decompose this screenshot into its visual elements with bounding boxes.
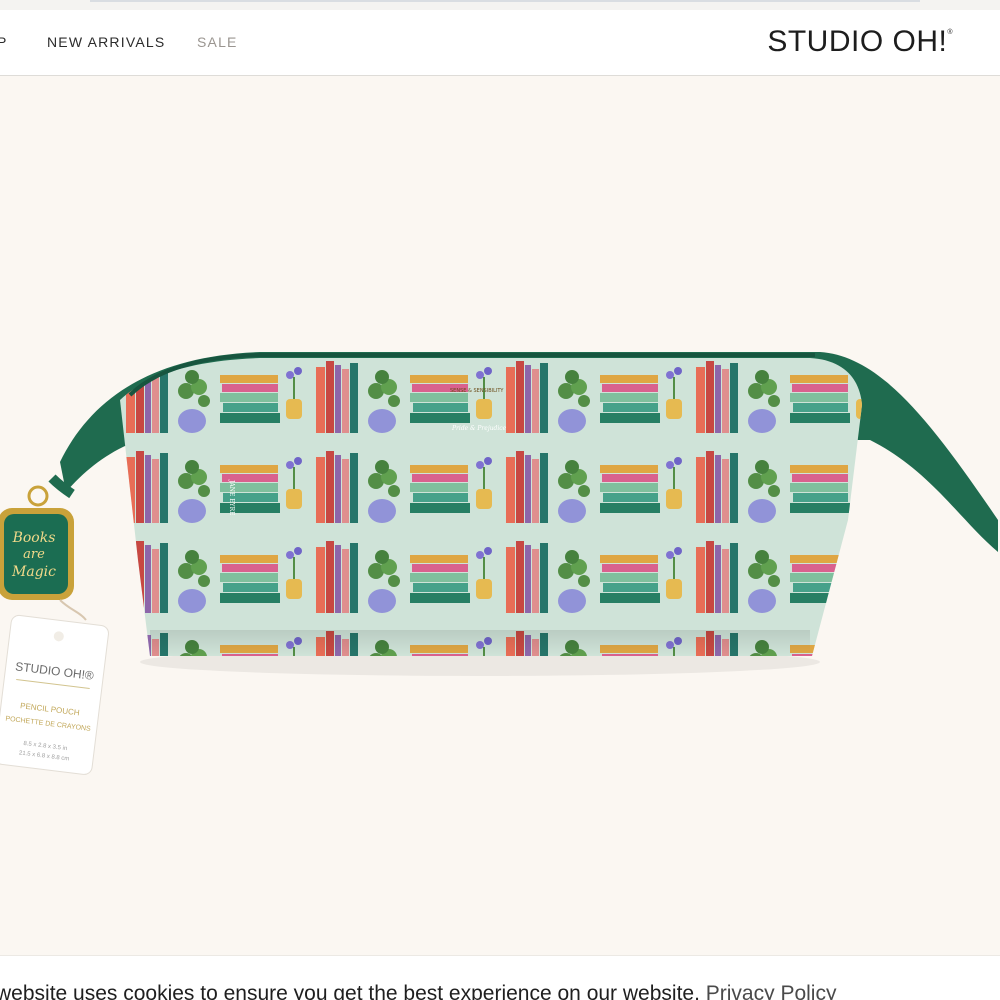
cookie-banner: website uses cookies to ensure you get t… xyxy=(0,955,1000,1000)
nav-item-sale[interactable]: SALE xyxy=(197,34,238,50)
nav-item-shop[interactable]: P xyxy=(0,34,8,50)
charm-text-books: Books xyxy=(12,530,56,546)
nav-item-new-arrivals[interactable]: NEW ARRIVALS xyxy=(47,34,165,50)
hang-tag: STUDIO OH!® PENCIL POUCH POCHETTE DE CRA… xyxy=(0,614,109,775)
browser-top-strip xyxy=(0,0,1000,10)
product-image[interactable]: Books are Magic STUDIO OH!® PENCIL POUCH… xyxy=(0,77,1000,955)
books-are-magic-charm: Books are Magic xyxy=(0,508,74,600)
privacy-policy-link[interactable]: Privacy Policy xyxy=(706,982,837,1000)
cookie-message: website uses cookies to ensure you get t… xyxy=(0,982,836,1000)
charm-text-are: are xyxy=(23,547,45,562)
cookie-message-text: website uses cookies to ensure you get t… xyxy=(0,982,700,1000)
brand-logo-text: STUDIO OH! xyxy=(767,25,948,58)
product-image-area: Books are Magic STUDIO OH!® PENCIL POUCH… xyxy=(0,77,1000,955)
book-spine-title: SENSE & SENSIBILITY xyxy=(450,388,504,394)
brand-logo-mark: ® xyxy=(947,29,953,36)
book-spine-title: JANE EYRE xyxy=(228,479,235,516)
horizontal-scrollbar[interactable] xyxy=(90,0,920,2)
book-spine-title: Pride & Prejudice xyxy=(451,425,507,432)
brand-logo[interactable]: STUDIO OH!® xyxy=(767,25,953,59)
site-header: P NEW ARRIVALS SALE STUDIO OH!® xyxy=(0,10,1000,76)
charm-text-magic: Magic xyxy=(11,564,56,580)
